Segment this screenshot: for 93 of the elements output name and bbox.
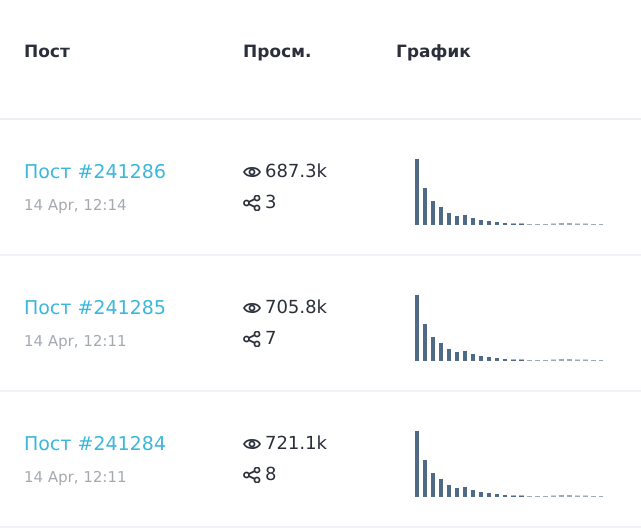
sparkline-bar: [559, 359, 564, 361]
post-link[interactable]: Пост #241285: [24, 294, 243, 322]
sparkline-bar: [503, 495, 507, 497]
sparkline-bar: [471, 218, 475, 225]
share-icon: [243, 194, 261, 210]
sparkline-bar: [599, 496, 603, 497]
views-count: 705.8k: [265, 296, 327, 320]
sparkline-bar: [471, 354, 475, 361]
sparkline-bar: [495, 222, 499, 225]
sparkline-bar: [567, 359, 572, 361]
sparkline-bar: [527, 224, 532, 225]
sparkline-bar: [591, 496, 596, 497]
sparkline-bar: [423, 324, 427, 361]
sparkline-bar: [415, 295, 419, 361]
sparkline-bar: [535, 360, 540, 361]
sparkline-bar: [543, 224, 548, 225]
sparkline-bar: [479, 220, 483, 225]
sparkline-bar: [423, 188, 427, 225]
sparkline-bar: [511, 496, 516, 497]
eye-icon: [243, 164, 261, 178]
sparkline-bar: [583, 496, 588, 497]
sparkline-bar: [447, 485, 451, 497]
column-header: График: [396, 42, 471, 62]
sparkline-bar: [463, 487, 467, 497]
post-date: 14 Apr, 12:14: [24, 195, 128, 216]
sparkline-bar: [495, 494, 499, 497]
post-link[interactable]: Пост #241284: [24, 430, 243, 458]
sparkline-bar: [439, 343, 443, 361]
sparkline-bar: [559, 223, 564, 225]
sparkline-bar: [551, 224, 556, 225]
sparkline-bar: [575, 360, 580, 361]
sparkline-bar: [599, 224, 603, 225]
sparkline-bar: [559, 495, 564, 497]
sparkline-bar: [471, 490, 475, 497]
eye-icon: [243, 300, 261, 314]
sparkline-bar: [415, 431, 419, 497]
sparkline-bar: [431, 473, 435, 497]
sparkline-bar: [487, 221, 491, 225]
sparkline-bar: [479, 356, 483, 361]
sparkline-bar: [511, 360, 516, 361]
sparkline-bar: [543, 496, 548, 497]
sparkline-bar: [431, 201, 435, 225]
share-icon: [243, 330, 261, 346]
sparkline-bar: [455, 352, 459, 361]
post-date: 14 Apr, 12:11: [24, 467, 128, 488]
shares-count: 3: [265, 191, 276, 215]
sparkline-bar: [439, 207, 443, 225]
column-header: Просм.: [243, 42, 312, 62]
sparkline-bar: [463, 215, 467, 225]
sparkline-bar: [439, 479, 443, 497]
sparkline-bar: [535, 496, 540, 497]
sparkline-bar: [583, 360, 588, 361]
column-header: Пост: [24, 42, 70, 62]
sparkline-bar: [591, 224, 596, 225]
sparkline-bar: [455, 488, 459, 497]
sparkline-bar: [511, 224, 516, 225]
post-date: 14 Apr, 12:11: [24, 331, 128, 352]
share-icon: [243, 466, 261, 482]
sparkline-bar: [551, 360, 556, 361]
sparkline-bar: [503, 359, 507, 361]
sparkline-bar: [415, 159, 419, 225]
post-link[interactable]: Пост #241286: [24, 158, 243, 186]
sparkline-bar: [463, 351, 467, 361]
sparkline-bar: [487, 493, 491, 497]
sparkline-bar: [551, 496, 556, 497]
views-count: 721.1k: [265, 432, 327, 456]
shares-count: 7: [265, 327, 276, 351]
sparkline-bar: [583, 224, 588, 225]
sparkline-bar: [495, 358, 499, 361]
sparkline-bar: [591, 360, 596, 361]
sparkline-bar: [567, 223, 572, 225]
sparkline-bar: [575, 496, 580, 497]
sparkline-bar: [479, 492, 483, 497]
sparkline-bar: [447, 349, 451, 361]
sparkline-bar: [519, 224, 524, 225]
sparkline-bar: [567, 495, 572, 497]
sparkline-bar: [423, 460, 427, 497]
sparkline-bar: [431, 337, 435, 361]
sparkline-bar: [527, 360, 532, 361]
sparkline-bar: [535, 224, 540, 225]
views-count: 687.3k: [265, 160, 327, 184]
sparkline-bar: [519, 496, 524, 497]
shares-count: 8: [265, 463, 276, 487]
sparkline-bar: [519, 360, 524, 361]
eye-icon: [243, 436, 261, 450]
sparkline-bar: [575, 224, 580, 225]
sparkline-bar: [543, 360, 548, 361]
sparkline-bar: [447, 213, 451, 225]
sparkline-bar: [503, 223, 507, 225]
sparkline-bar: [455, 216, 459, 225]
sparkline-bar: [527, 496, 532, 497]
sparkline-bar: [599, 360, 603, 361]
sparkline-bar: [487, 357, 491, 361]
